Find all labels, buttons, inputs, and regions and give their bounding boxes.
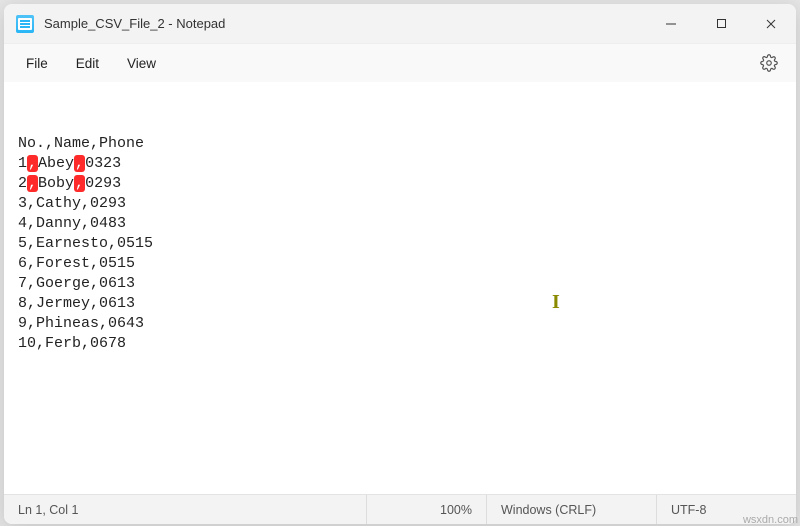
maximize-button[interactable] [696,4,746,43]
status-eol: Windows (CRLF) [486,495,656,524]
highlight-char: , [27,175,38,192]
highlight-char: , [27,155,38,172]
watermark: wsxdn.com [743,514,798,526]
text-line: 8,Jermey,0613 [18,294,782,314]
close-button[interactable] [746,4,796,43]
text-line: 1,Abey,0323 [18,154,782,174]
minimize-button[interactable] [646,4,696,43]
menu-edit[interactable]: Edit [62,50,113,77]
settings-button[interactable] [760,54,778,72]
highlight-char: , [74,175,85,192]
statusbar: Ln 1, Col 1 100% Windows (CRLF) UTF-8 [4,494,796,524]
text-line: 5,Earnesto,0515 [18,234,782,254]
text-line: 10,Ferb,0678 [18,334,782,354]
text-line: 9,Phineas,0643 [18,314,782,334]
window-title: Sample_CSV_File_2 - Notepad [44,16,225,31]
menu-file[interactable]: File [12,50,62,77]
text-line: 7,Goerge,0613 [18,274,782,294]
notepad-icon [16,15,34,33]
text-line: 3,Cathy,0293 [18,194,782,214]
text-line: No.,Name,Phone [18,134,782,154]
window-controls [646,4,796,43]
titlebar: Sample_CSV_File_2 - Notepad [4,4,796,44]
highlight-char: , [74,155,85,172]
menu-view[interactable]: View [113,50,170,77]
status-zoom: 100% [366,495,486,524]
text-line: 6,Forest,0515 [18,254,782,274]
menubar: File Edit View [4,44,796,82]
text-line: 4,Danny,0483 [18,214,782,234]
status-position: Ln 1, Col 1 [4,495,366,524]
text-line: 2,Boby,0293 [18,174,782,194]
notepad-window: Sample_CSV_File_2 - Notepad File Edit Vi… [4,4,796,524]
text-area[interactable]: No.,Name,Phone1,Abey,03232,Boby,02933,Ca… [4,82,796,494]
